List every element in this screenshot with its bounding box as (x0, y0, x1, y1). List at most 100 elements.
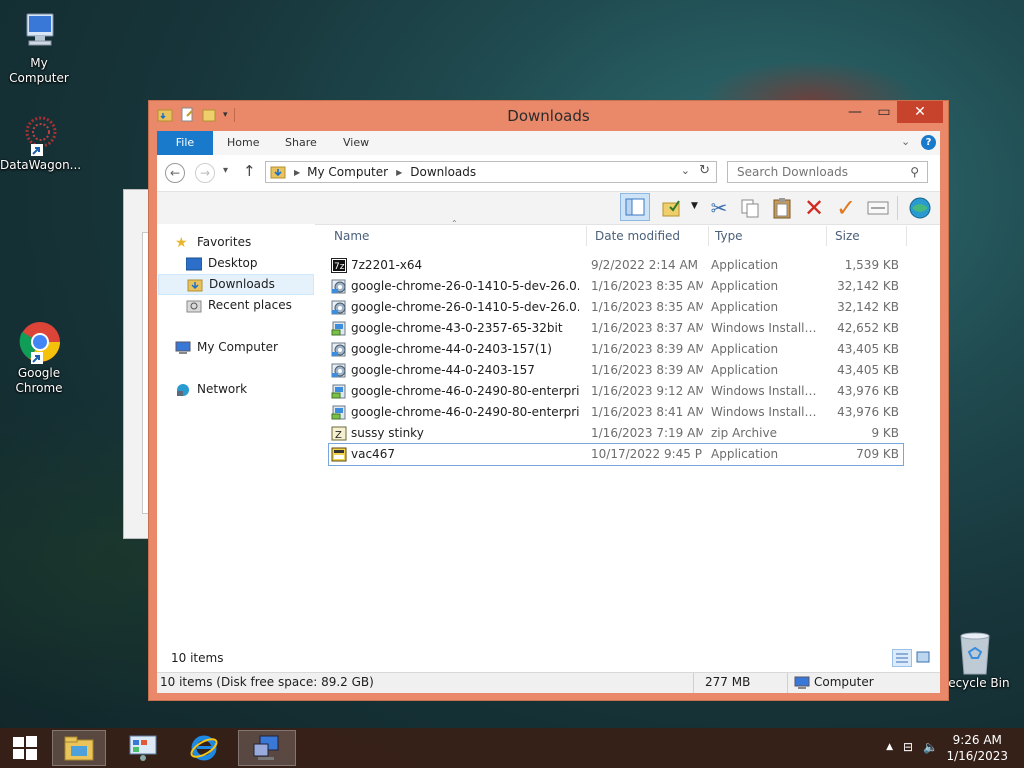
maximize-button[interactable]: ▭ (869, 101, 899, 123)
nav-item-favorites[interactable]: ★ Favorites (175, 232, 251, 253)
file-date: 1/16/2023 8:37 AM (591, 321, 703, 335)
chevron-down-icon[interactable]: ⌄ (901, 135, 910, 148)
start-button[interactable] (0, 730, 50, 766)
file-date: 1/16/2023 8:35 AM (591, 300, 703, 314)
computer-icon (175, 341, 191, 354)
file-name: vac467 (351, 447, 395, 461)
details-view-icon[interactable] (892, 649, 912, 667)
search-input[interactable] (735, 164, 909, 180)
search-box[interactable]: ⚲ (727, 161, 928, 183)
file-size: 42,652 KB (837, 321, 899, 335)
tab-share[interactable]: Share (271, 131, 331, 155)
internet-explorer-icon (190, 735, 218, 761)
tab-view[interactable]: View (329, 131, 383, 155)
preview-pane-icon[interactable] (620, 193, 650, 221)
folder-options-icon[interactable] (659, 195, 685, 221)
taskbar-control-panel[interactable] (114, 730, 172, 766)
desktop-icon-google-chrome[interactable]: Google Chrome (0, 320, 78, 396)
file-row[interactable]: google-chrome-46-0-2490-80-enterprise...… (329, 381, 903, 402)
file-type: Application (711, 279, 779, 293)
column-header-type[interactable]: Type (715, 224, 815, 248)
navigation-bar: ← → ▾ ↑ ▶ My Computer ▶ Downloads ⌄ ↻ ⚲ (157, 155, 940, 191)
refresh-icon[interactable]: ↻ (699, 163, 710, 178)
explorer-window: ▾ Downloads — ▭ ✕ File Home Share View ⌄… (148, 100, 949, 701)
svg-text:7z: 7z (334, 262, 345, 272)
file-name: google-chrome-44-0-2403-157(1) (351, 342, 552, 356)
downloads-folder-icon (187, 279, 203, 291)
column-header-date[interactable]: Date modified (595, 224, 705, 248)
file-date: 1/16/2023 9:12 AM (591, 384, 703, 398)
up-arrow-icon[interactable]: ↑ (243, 162, 256, 180)
nav-item-label: Network (197, 382, 248, 396)
desktop-icon-label: Google Chrome (15, 366, 63, 395)
file-name: google-chrome-46-0-2490-80-enterprise... (351, 405, 579, 419)
clock[interactable]: 9:26 AM 1/16/2023 (946, 732, 1008, 764)
network-status-icon[interactable]: ⊟ (903, 740, 913, 754)
file-name: sussy stinky (351, 426, 424, 440)
recent-locations-icon[interactable]: ▾ (223, 165, 228, 176)
minimize-button[interactable]: — (840, 101, 870, 123)
breadcrumb-my-computer[interactable]: My Computer (307, 165, 388, 179)
large-icons-view-icon[interactable] (914, 649, 934, 667)
file-size: 709 KB (856, 447, 899, 461)
file-row[interactable]: google-chrome-26-0-1410-5-dev-26.0.14...… (329, 297, 903, 318)
tab-home[interactable]: Home (213, 131, 273, 155)
forward-button[interactable]: → (195, 163, 215, 183)
file-size: 32,142 KB (837, 279, 899, 293)
file-row[interactable]: google-chrome-44-0-2403-157(1) 1/16/2023 … (329, 339, 903, 360)
file-size: 9 KB (871, 426, 899, 440)
file-size: 43,976 KB (837, 384, 899, 398)
taskbar-file-explorer[interactable] (52, 730, 106, 766)
nav-item-label: Downloads (209, 277, 275, 291)
show-hidden-icons-icon[interactable]: ▲ (886, 742, 893, 754)
installer-icon (331, 405, 347, 420)
file-explorer-icon (64, 736, 94, 761)
file-row[interactable]: Zsussy stinky 1/16/2023 7:19 AM zip Archiv… (329, 423, 903, 444)
search-icon[interactable]: ⚲ (910, 165, 919, 179)
nav-item-recent-places[interactable]: Recent places (186, 295, 292, 316)
cut-icon[interactable]: ✂ (706, 195, 732, 221)
desktop-icon-my-computer[interactable]: My Computer (0, 10, 78, 86)
properties-icon[interactable] (865, 195, 891, 221)
desktop-icon-label: DataWagon... (0, 158, 82, 172)
address-bar[interactable]: ▶ My Computer ▶ Downloads ⌄ ↻ (265, 161, 717, 183)
nav-item-label: Desktop (208, 256, 258, 270)
file-row[interactable]: google-chrome-46-0-2490-80-enterprise...… (329, 402, 903, 423)
nav-item-my-computer[interactable]: My Computer (175, 337, 278, 358)
file-row[interactable]: vac467 10/17/2022 9:45 PM Application 709 K… (328, 443, 904, 466)
taskbar-remote-app[interactable] (238, 730, 296, 766)
chevron-down-icon[interactable]: ▼ (691, 201, 698, 211)
volume-icon[interactable]: 🔈 (923, 740, 938, 754)
file-row[interactable]: 7z 7z2201-x64 9/2/2022 2:14 AM Application 1… (329, 255, 903, 276)
desktop-icon-datawagon[interactable]: DataWagon... (0, 112, 82, 173)
nav-item-network[interactable]: Network (175, 379, 247, 400)
file-row[interactable]: google-chrome-26-0-1410-5-dev-26.0.14...… (329, 276, 903, 297)
help-icon[interactable]: ? (921, 135, 936, 150)
delete-icon[interactable]: ✕ (801, 194, 827, 222)
file-name: google-chrome-46-0-2490-80-enterprise... (351, 384, 579, 398)
system-tray: ▲ ⊟ 🔈 (886, 740, 938, 754)
network-globe-icon[interactable] (907, 195, 933, 221)
copy-icon[interactable] (737, 195, 763, 221)
title-bar[interactable]: ▾ Downloads — ▭ ✕ (149, 101, 948, 131)
tab-file[interactable]: File (157, 131, 213, 155)
setup-icon (331, 279, 347, 294)
nav-item-desktop[interactable]: Desktop (186, 253, 258, 274)
setup-icon (331, 300, 347, 315)
column-header-size[interactable]: Size (835, 224, 895, 248)
rename-icon[interactable]: ✓ (833, 194, 859, 222)
file-name: 7z2201-x64 (351, 258, 423, 272)
address-dropdown-icon[interactable]: ⌄ (681, 164, 690, 177)
file-row[interactable]: google-chrome-43-0-2357-65-32bit 1/16/202… (329, 318, 903, 339)
nav-item-downloads[interactable]: Downloads (158, 274, 314, 295)
file-date: 1/16/2023 8:39 AM (591, 363, 703, 377)
close-button[interactable]: ✕ (897, 101, 943, 123)
column-header-name[interactable]: Name (334, 224, 584, 248)
paste-icon[interactable] (769, 195, 795, 221)
taskbar-internet-explorer[interactable] (176, 730, 232, 766)
file-size: 32,142 KB (837, 300, 899, 314)
back-button[interactable]: ← (165, 163, 185, 183)
breadcrumb-downloads[interactable]: Downloads (410, 165, 476, 179)
file-row[interactable]: google-chrome-44-0-2403-157 1/16/2023 8:3… (329, 360, 903, 381)
file-type: Application (711, 447, 779, 461)
